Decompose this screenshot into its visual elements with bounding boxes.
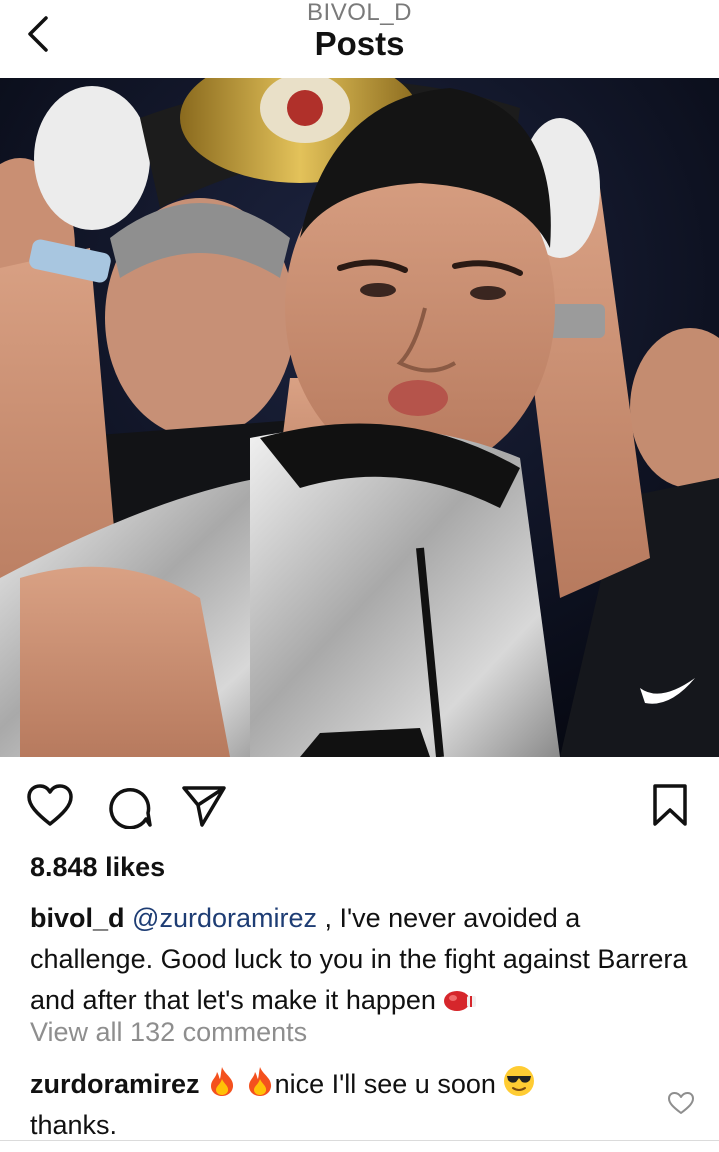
sunglasses-emoji xyxy=(504,1066,535,1096)
page-title: Posts xyxy=(314,25,405,62)
fire-emoji xyxy=(248,1067,271,1096)
caption-username[interactable]: bivol_d xyxy=(30,903,125,933)
paper-plane-icon[interactable] xyxy=(180,783,228,829)
view-all-comments-link[interactable]: View all 132 comments xyxy=(30,1017,307,1048)
comment-like-heart-icon[interactable] xyxy=(667,1090,695,1116)
caption-mention[interactable]: @zurdoramirez xyxy=(132,903,317,933)
comment-text: nice I'll see u soon xyxy=(274,1069,504,1099)
fire-emoji xyxy=(211,1067,234,1096)
comment-text-continued: thanks. xyxy=(30,1110,118,1140)
post-actions xyxy=(0,757,719,847)
like-count[interactable]: 8.848 likes xyxy=(30,852,165,883)
heart-icon[interactable] xyxy=(26,783,74,827)
comment-item: zurdoramirez nice I'll see u soon thanks… xyxy=(30,1064,650,1146)
top-bar: BIVOL_D Posts xyxy=(0,0,719,78)
comment-username[interactable]: zurdoramirez xyxy=(30,1069,200,1099)
bookmark-icon[interactable] xyxy=(652,783,688,827)
header-username: BIVOL_D xyxy=(307,0,412,26)
caption-text: , I've never avoided a challenge. Good l… xyxy=(30,903,688,1015)
divider xyxy=(0,1140,719,1141)
boxer-photo xyxy=(0,78,719,757)
post-caption: bivol_d @zurdoramirez , I've never avoid… xyxy=(30,898,700,1021)
speech-bubble-icon[interactable] xyxy=(106,783,152,829)
boxing-glove-emoji xyxy=(444,991,477,1011)
post-image[interactable] xyxy=(0,78,719,757)
